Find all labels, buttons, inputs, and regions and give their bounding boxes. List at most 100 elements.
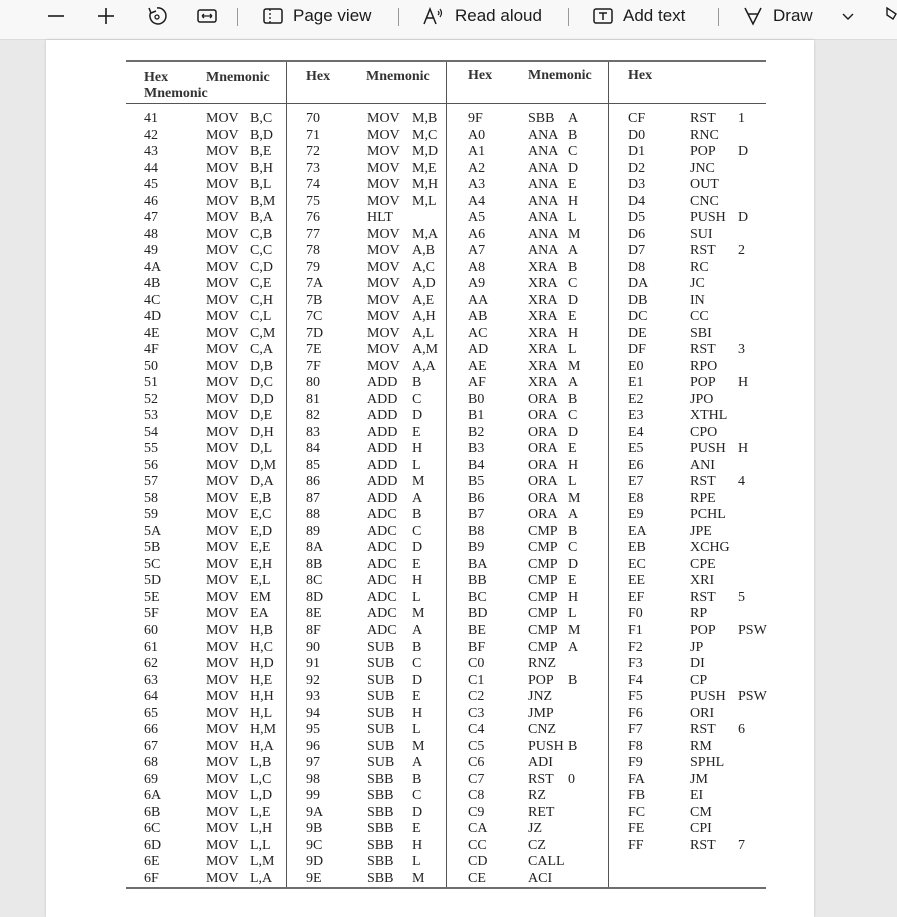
hex-cell: 65	[144, 705, 158, 721]
table-row: 58 MOV E,B	[144, 491, 286, 508]
mnemonic-cell: JZ	[528, 821, 542, 837]
mnemonic-cell: MOV	[206, 755, 239, 771]
page-view-button[interactable]: Page view	[262, 0, 371, 32]
add-text-button[interactable]: Add text	[592, 0, 685, 32]
hex-cell: 4E	[144, 325, 160, 341]
operand-cell: D	[738, 144, 749, 160]
table-row: F3 DI	[628, 656, 766, 673]
mnemonic-cell: OUT	[690, 177, 719, 193]
table-row: EC CPE	[628, 557, 766, 574]
table-row: B0 ORA B	[468, 392, 608, 409]
table-row: CC CZ	[468, 838, 608, 855]
table-row: 6A MOV L,D	[144, 788, 286, 805]
table-row: CA JZ	[468, 821, 608, 838]
hex-cell: 9B	[306, 821, 323, 837]
table-row: 89 ADC C	[306, 524, 446, 541]
hex-cell: 69	[144, 771, 158, 787]
mnemonic-cell: SBB	[528, 111, 555, 126]
read-aloud-button[interactable]: Read aloud	[422, 0, 542, 32]
mnemonic-cell: SPHL	[690, 755, 725, 771]
mnemonic-cell: CMP	[528, 556, 558, 572]
table-row: BA CMP D	[468, 557, 608, 574]
table-row: 5C MOV E,H	[144, 557, 286, 574]
mnemonic-cell: MOV	[206, 622, 239, 638]
table-row: FB EI	[628, 788, 766, 805]
zoom-out-button[interactable]	[46, 0, 66, 32]
table-row: 4F MOV C,A	[144, 342, 286, 359]
operand-cell: M,C	[412, 127, 438, 143]
hex-cell: B9	[468, 540, 485, 556]
table-row: 4B MOV C,E	[144, 276, 286, 293]
table-row: 78 MOV A,B	[306, 243, 446, 260]
hex-cell: 8C	[306, 573, 323, 589]
hex-cell: 43	[144, 144, 158, 160]
mnemonic-cell: CMP	[528, 540, 558, 556]
hex-cell: C5	[468, 738, 485, 754]
table-row: 80 ADD B	[306, 375, 446, 392]
hex-cell: B2	[468, 424, 485, 440]
hex-cell: 9F	[468, 111, 483, 126]
draw-icon	[744, 7, 762, 26]
table-row: DA JC	[628, 276, 766, 293]
mnemonic-cell: SUB	[367, 755, 395, 771]
mnemonic-cell: MOV	[206, 672, 239, 688]
mnemonic-cell: XRI	[690, 573, 715, 589]
mnemonic-cell: MOV	[206, 573, 239, 589]
pdf-toolbar: Page view Read aloud Add text Draw	[0, 0, 897, 40]
operand-cell: E	[412, 821, 421, 837]
operand-cell: L	[568, 606, 577, 622]
hex-cell: 79	[306, 259, 320, 275]
draw-button[interactable]: Draw	[742, 0, 813, 32]
hex-cell: 6A	[144, 788, 162, 804]
draw-options-dropdown[interactable]	[840, 0, 856, 32]
mnemonic-cell: ADD	[367, 408, 398, 424]
mnemonic-cell: MOV	[367, 144, 400, 160]
highlight-button[interactable]	[884, 0, 897, 32]
operand-cell: M,E	[412, 160, 437, 176]
table-row: 45 MOV B,L	[144, 177, 286, 194]
table-row: 99 SBB C	[306, 788, 446, 805]
table-row: 97 SUB A	[306, 755, 446, 772]
table-row: C0 RNZ	[468, 656, 608, 673]
table-row: 59 MOV E,C	[144, 507, 286, 524]
operand-cell: H,D	[250, 656, 274, 672]
fit-width-button[interactable]	[196, 0, 218, 32]
table-row: 5A MOV E,D	[144, 524, 286, 541]
mnemonic-cell: SBB	[367, 870, 394, 886]
operand-cell: L,A	[250, 870, 273, 886]
table-row: 69 MOV L,C	[144, 772, 286, 789]
scrollbar[interactable]	[885, 40, 897, 917]
table-row: 70 MOV M,B	[306, 111, 446, 128]
mnemonic-cell: CNZ	[528, 722, 556, 738]
mnemonic-cell: XRA	[528, 309, 558, 325]
table-row: C8 RZ	[468, 788, 608, 805]
rotate-button[interactable]	[146, 0, 168, 32]
operand-cell: M,A	[412, 226, 439, 242]
mnemonic-cell: MOV	[206, 722, 239, 738]
hex-cell: B0	[468, 391, 485, 407]
hex-cell: 57	[144, 474, 158, 490]
table-row: C3 JMP	[468, 706, 608, 723]
operand-cell: A,C	[412, 259, 435, 275]
mnemonic-cell: PUSH	[528, 738, 564, 754]
mnemonic-cell: RST	[690, 722, 716, 738]
hex-cell: 46	[144, 193, 158, 209]
hex-cell: 5B	[144, 540, 161, 556]
operand-cell: A,D	[412, 276, 436, 292]
mnemonic-cell: RNC	[690, 127, 719, 143]
mnemonic-cell: MOV	[367, 276, 400, 292]
hex-cell: 70	[306, 111, 320, 126]
mnemonic-cell: ANI	[690, 457, 715, 473]
operand-cell: M,B	[412, 111, 438, 126]
zoom-in-button[interactable]	[96, 0, 116, 32]
mnemonic-cell: XRA	[528, 342, 558, 358]
table-row: 64 MOV H,H	[144, 689, 286, 706]
table-row: 85 ADD L	[306, 458, 446, 475]
hex-cell: B7	[468, 507, 485, 523]
mnemonic-cell: MOV	[206, 276, 239, 292]
hex-cell: 49	[144, 243, 158, 259]
table-row: 79 MOV A,C	[306, 260, 446, 277]
mnemonic-cell: RST	[528, 771, 554, 787]
mnemonic-cell: MOV	[206, 226, 239, 242]
operand-cell: B	[412, 507, 422, 523]
